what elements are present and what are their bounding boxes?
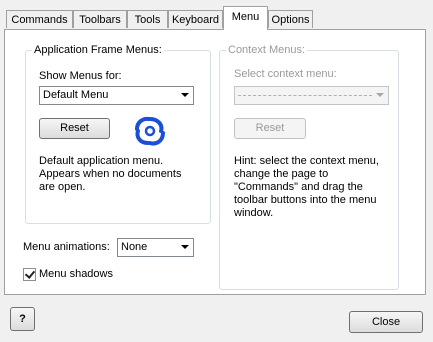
tab-options[interactable]: Options [268,10,313,28]
tab-toolbars[interactable]: Toolbars [73,10,127,28]
menu-shadows-checkbox[interactable] [23,268,36,281]
select-context-menu-label: Select context menu: [234,68,337,80]
application-frame-menus-title: Application Frame Menus: [32,43,164,57]
context-menu-select[interactable] [234,86,389,105]
show-menus-label: Show Menus for: [39,70,122,82]
tab-tools[interactable]: Tools [127,10,168,28]
menu-animations-label: Menu animations: [23,241,110,253]
app-logo-icon [133,115,167,147]
app-frame-reset-button[interactable]: Reset [39,118,110,139]
app-frame-description: Default application menu. Appears when n… [39,155,182,193]
checkmark-icon [24,268,36,279]
chevron-down-icon [376,93,384,97]
tab-panel-menu: Application Frame Menus: Show Menus for:… [4,29,426,295]
show-menus-select[interactable]: Default Menu [39,86,194,105]
context-menu-hint: Hint: select the context menu, change th… [234,155,379,219]
context-menus-title: Context Menus: [226,43,308,57]
menu-animations-value: None [121,241,148,253]
menu-animations-select[interactable]: None [117,238,194,257]
menu-shadows-label[interactable]: Menu shadows [39,268,113,281]
chevron-down-icon [181,245,189,249]
context-menu-reset-button[interactable]: Reset [234,118,306,139]
show-menus-value: Default Menu [43,89,109,101]
tab-commands[interactable]: Commands [6,10,73,28]
tab-keyboard[interactable]: Keyboard [168,10,223,28]
tab-menu[interactable]: Menu [223,6,268,30]
chevron-down-icon [181,93,189,97]
close-button[interactable]: Close [349,311,423,333]
help-button[interactable]: ? [10,307,35,331]
help-icon: ? [19,313,26,325]
context-menu-placeholder-line [238,95,372,96]
